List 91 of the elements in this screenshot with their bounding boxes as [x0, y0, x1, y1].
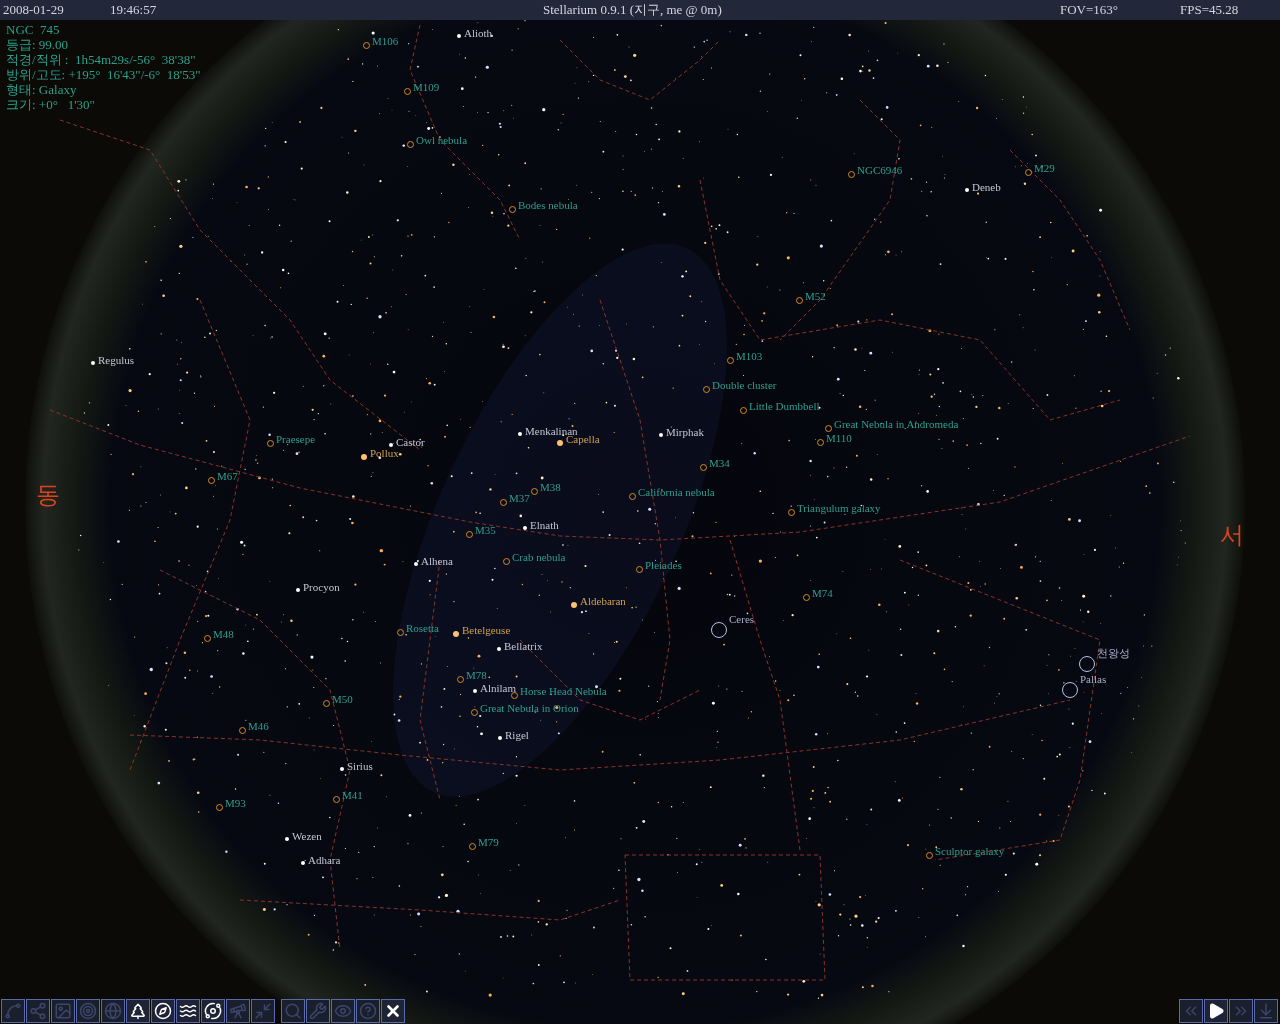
nebula-label: M109: [413, 82, 440, 93]
star-label: Sirius: [347, 761, 373, 772]
nebula-label: M110: [826, 433, 852, 444]
waves-icon: [179, 1002, 197, 1020]
wrench-icon: [309, 1002, 327, 1020]
nebula-label: Triangulum galaxy: [797, 503, 881, 514]
arrow-down-to-line-icon: [1257, 1002, 1275, 1020]
nebula-label: M79: [478, 837, 499, 848]
nebula-label: Owl nebula: [416, 135, 467, 146]
picture-icon: [54, 1002, 72, 1020]
star-label: Aldebaran: [580, 596, 626, 607]
nebula-label: Great Nebula in Orion: [480, 703, 579, 714]
eye-icon: [334, 1002, 352, 1020]
globe-grid-icon: [104, 1002, 122, 1020]
nebula-label: Great Nebula in Andromeda: [834, 419, 959, 430]
nebula-label: Bodes nebula: [518, 200, 578, 211]
toolbar-button[interactable]: [176, 999, 200, 1023]
close-icon: [384, 1002, 402, 1020]
star-label: Castor: [396, 437, 425, 448]
nebula-label: M41: [342, 790, 363, 801]
planet-label: 천왕성: [1097, 648, 1130, 659]
nebula-label: M52: [805, 291, 826, 302]
star-label: Regulus: [98, 355, 135, 366]
nebula-label: M48: [213, 629, 234, 640]
nebula-label: M50: [332, 694, 353, 705]
compass-icon: [154, 1002, 172, 1020]
object-info-line: 크기: +0° 1'30": [6, 97, 95, 112]
star-label: Deneb: [972, 182, 1001, 193]
window-title: Stellarium 0.9.1 (지구, me @ 0m): [543, 1, 722, 20]
nebula-label: M67: [217, 471, 238, 482]
nebula-label: Crab nebula: [512, 552, 566, 563]
star-label: Pollux: [370, 448, 399, 459]
toolbar-button[interactable]: [381, 999, 405, 1023]
object-info-line: 방위/고도: +195° 16'43"/-6° 18'53": [6, 67, 201, 82]
star-label: Betelgeuse: [462, 625, 511, 636]
nebula-label: Rosetta: [406, 623, 439, 634]
arrows-inward-icon: [254, 1002, 272, 1020]
star-label: Elnath: [530, 520, 559, 531]
nebula-label: M46: [248, 721, 269, 732]
nebula-label: Praesepe: [276, 434, 316, 445]
object-info-line: 적경/적위 : 1h54m29s/-56° 38'38": [6, 52, 196, 67]
nebula-label: M35: [475, 525, 496, 536]
nebula-label: NGC6946: [857, 165, 903, 176]
star-label: Alhena: [421, 556, 453, 567]
nebula-label: M93: [225, 798, 246, 809]
nebula-label: Horse Head Nebula: [520, 686, 607, 697]
nebula-label: M38: [540, 482, 561, 493]
object-info-line: 형태: Galaxy: [6, 82, 77, 97]
nebula-label: M37: [509, 493, 530, 504]
star-label: Alnilam: [480, 683, 517, 694]
nebula-label: M74: [812, 588, 833, 599]
object-info-line: 등급: 99.00: [6, 37, 69, 52]
planet-label: Ceres: [729, 614, 755, 625]
nebula-label: Double cluster: [712, 380, 777, 391]
nebula-label: M34: [709, 458, 730, 469]
nebula-label: M103: [736, 351, 763, 362]
cardinal-label: 서: [1220, 523, 1244, 547]
star-label: Wezen: [292, 831, 322, 842]
nebula-label: M29: [1034, 163, 1055, 174]
nebula-label: California nebula: [638, 487, 715, 498]
planet-label: Pallas: [1080, 674, 1107, 685]
star-label: Menkalinan: [525, 426, 578, 437]
star-label: Adhara: [308, 855, 341, 866]
search-icon: [284, 1002, 302, 1020]
nebula-label: M106: [372, 36, 399, 47]
date-text: 2008-01-29: [3, 1, 64, 20]
toolbar-button[interactable]: [151, 999, 175, 1023]
fov-text: FOV=163°: [1060, 1, 1119, 20]
toolbar-button[interactable]: [126, 999, 150, 1023]
object-info-line: NGC 745: [6, 22, 60, 37]
help-icon: [359, 1002, 377, 1020]
fps-text: FPS=45.28: [1180, 1, 1239, 20]
toolbar-button[interactable]: [1204, 999, 1228, 1023]
node-graph-icon: [29, 1002, 47, 1020]
polar-grid-icon: [79, 1002, 97, 1020]
star-label: Alioth: [464, 28, 493, 39]
star-label: Procyon: [303, 582, 340, 593]
play-icon: [1207, 1002, 1225, 1020]
star-label: Rigel: [505, 730, 529, 741]
toolbar-button[interactable]: [201, 999, 225, 1023]
tree-icon: [129, 1002, 147, 1020]
nebula-label: Pleiades: [645, 560, 682, 571]
cardinal-label: 동: [36, 483, 60, 507]
star-label: Capella: [566, 434, 600, 445]
star-label: Bellatrix: [504, 641, 543, 652]
nebula-label: Little Dumbbell: [749, 401, 820, 412]
nebula-label: Sculptor galaxy: [935, 846, 1005, 857]
nebula-label: M78: [466, 670, 487, 681]
time-text: 19:46:57: [110, 1, 157, 20]
telescope-icon: [229, 1002, 247, 1020]
star-label: Mirphak: [666, 427, 704, 438]
